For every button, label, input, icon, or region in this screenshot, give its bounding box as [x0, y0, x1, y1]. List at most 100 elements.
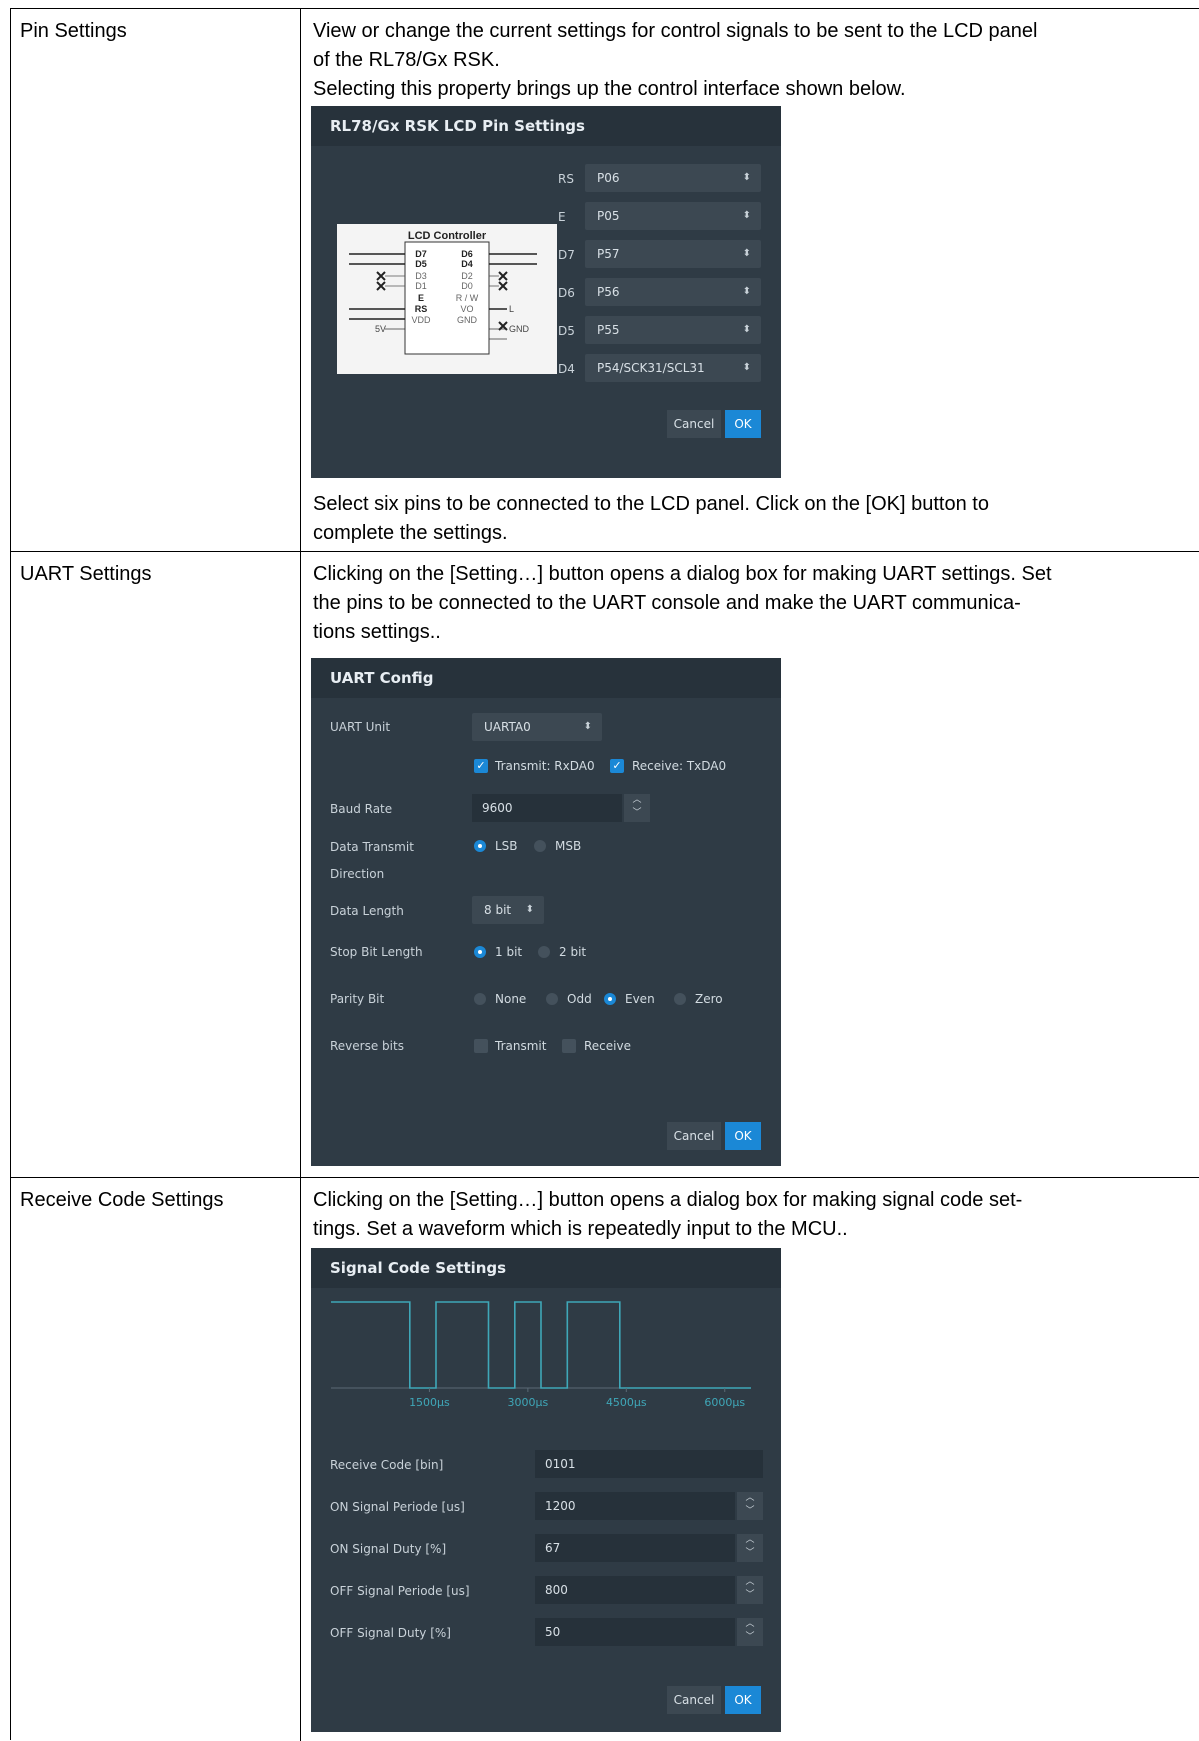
receive-code-input[interactable]: 0101	[535, 1450, 763, 1478]
waveform-line	[331, 1301, 751, 1389]
pin-label-d6: D6	[558, 286, 575, 300]
chevron-up-icon[interactable]: ︿	[737, 1576, 763, 1589]
pin-select-d4[interactable]: P54/SCK31/SCL31 ⬍	[585, 354, 761, 382]
svg-text:D7: D7	[415, 249, 427, 259]
cancel-button[interactable]: Cancel	[667, 1122, 721, 1150]
x-tick-label: 3000μs	[508, 1396, 549, 1409]
svg-text:D0: D0	[461, 281, 473, 291]
reverse-transmit-checkbox[interactable]	[474, 1039, 488, 1053]
transmit-checkbox[interactable]: ✓	[474, 759, 488, 773]
updown-icon: ⬍	[742, 210, 751, 221]
off-period-input[interactable]: 800	[535, 1576, 735, 1604]
pin-select-d5[interactable]: P55 ⬍	[585, 316, 761, 344]
svg-text:L: L	[509, 304, 514, 314]
row-description: Clicking on the [Setting…] button opens …	[313, 563, 1052, 643]
cancel-button[interactable]: Cancel	[667, 1686, 721, 1714]
chevron-up-icon[interactable]: ︿	[737, 1534, 763, 1547]
cancel-button[interactable]: Cancel	[667, 410, 721, 438]
row-description: View or change the current settings for …	[313, 20, 1038, 100]
chevron-up-icon[interactable]: ︿	[624, 794, 650, 807]
chevron-up-icon[interactable]: ︿	[737, 1492, 763, 1505]
chevron-down-icon[interactable]: ﹀	[737, 1547, 763, 1560]
reverse-transmit-label: Transmit	[495, 1039, 547, 1053]
radio-lsb-label: LSB	[495, 839, 518, 853]
off-duty-input[interactable]: 50	[535, 1618, 735, 1646]
ok-button[interactable]: OK	[725, 1686, 761, 1714]
reverse-receive-checkbox[interactable]	[562, 1039, 576, 1053]
radio-msb[interactable]	[534, 840, 546, 852]
pin-label-d4: D4	[558, 362, 575, 376]
parity-label: Parity Bit	[330, 992, 385, 1006]
stop-bit-label: Stop Bit Length	[330, 945, 423, 959]
row-label: Receive Code Settings	[20, 1189, 224, 1211]
pin-select-e[interactable]: P05 ⬍	[585, 202, 761, 230]
ok-button[interactable]: OK	[725, 410, 761, 438]
off-duty-spinner[interactable]: ︿ ﹀	[737, 1618, 763, 1646]
svg-text:D1: D1	[415, 281, 427, 291]
direction-label-2: Direction	[330, 867, 385, 881]
x-tick-label: 4500μs	[606, 1396, 647, 1409]
on-duty-input[interactable]: 67	[535, 1534, 735, 1562]
svg-text:D4: D4	[461, 259, 473, 269]
on-period-spinner[interactable]: ︿ ﹀	[737, 1492, 763, 1520]
baud-rate-input[interactable]: 9600	[472, 794, 622, 822]
radio-zero-label: Zero	[695, 992, 723, 1006]
radio-msb-label: MSB	[555, 839, 582, 853]
chevron-up-icon[interactable]: ︿	[737, 1618, 763, 1631]
lcd-controller-diagram: LCD Controller D7 D5 D3 D1 E RS VDD D6 D…	[337, 224, 557, 374]
row-note: Select six pins to be connected to the L…	[313, 493, 989, 544]
baud-rate-label: Baud Rate	[330, 802, 393, 816]
lcd-pin-settings-dialog: RL78/Gx RSK LCD Pin Settings LCD Control…	[311, 106, 781, 478]
data-length-select[interactable]: 8 bit ⬍	[472, 896, 544, 924]
ok-button[interactable]: OK	[725, 1122, 761, 1150]
on-period-input[interactable]: 1200	[535, 1492, 735, 1520]
radio-even[interactable]	[604, 993, 616, 1005]
uart-unit-select[interactable]: UARTA0 ⬍	[472, 713, 602, 741]
pin-select-rs[interactable]: P06 ⬍	[585, 164, 761, 192]
chevron-down-icon[interactable]: ﹀	[737, 1505, 763, 1518]
svg-text:D6: D6	[461, 249, 473, 259]
updown-icon: ⬍	[525, 904, 534, 915]
field-label: ON Signal Periode [us]	[330, 1500, 465, 1514]
x-ticks: 1500μs 3000μs 4500μs 6000μs	[409, 1388, 745, 1409]
dialog-title: Signal Code Settings	[311, 1248, 781, 1288]
dialog-title: RL78/Gx RSK LCD Pin Settings	[311, 106, 781, 146]
table-row: UART Settings Clicking on the [Setting…]…	[11, 552, 1199, 1178]
svg-text:VO: VO	[460, 304, 473, 314]
radio-lsb[interactable]	[474, 840, 486, 852]
svg-text:D2: D2	[461, 271, 473, 281]
receive-checkbox-label: Receive: TxDA0	[632, 759, 727, 773]
radio-none[interactable]	[474, 993, 486, 1005]
row-label: Pin Settings	[20, 20, 127, 42]
radio-even-label: Even	[625, 992, 655, 1006]
svg-text:D5: D5	[415, 259, 427, 269]
pin-select-d6[interactable]: P56 ⬍	[585, 278, 761, 306]
off-period-spinner[interactable]: ︿ ﹀	[737, 1576, 763, 1604]
signal-code-settings-dialog: Signal Code Settings 1500μs 3000μs 4500μs 6…	[311, 1248, 781, 1732]
pin-label-e: E	[558, 210, 566, 224]
chevron-down-icon[interactable]: ﹀	[737, 1631, 763, 1644]
radio-zero[interactable]	[674, 993, 686, 1005]
pin-label-d5: D5	[558, 324, 575, 338]
radio-1bit[interactable]	[474, 946, 486, 958]
x-tick-label: 1500μs	[409, 1396, 450, 1409]
baud-rate-spinner[interactable]: ︿ ﹀	[624, 794, 650, 822]
radio-odd-label: Odd	[567, 992, 592, 1006]
diagram-title: LCD Controller	[408, 230, 487, 242]
svg-text:VDD: VDD	[411, 315, 431, 325]
table-row: Receive Code Settings Clicking on the [S…	[11, 1178, 1199, 1741]
radio-odd[interactable]	[546, 993, 558, 1005]
waveform-chart: 1500μs 3000μs 4500μs 6000μs	[331, 1301, 751, 1409]
pin-select-d7[interactable]: P57 ⬍	[585, 240, 761, 268]
radio-1bit-label: 1 bit	[495, 945, 523, 959]
field-label: OFF Signal Periode [us]	[330, 1584, 470, 1598]
receive-checkbox[interactable]: ✓	[610, 759, 624, 773]
chevron-down-icon[interactable]: ﹀	[624, 807, 650, 820]
updown-icon: ⬍	[742, 362, 751, 373]
svg-text:5V: 5V	[375, 324, 386, 334]
chevron-down-icon[interactable]: ﹀	[737, 1589, 763, 1602]
field-label: ON Signal Duty [%]	[330, 1542, 447, 1556]
svg-text:R / W: R / W	[456, 293, 479, 303]
radio-2bit[interactable]	[538, 946, 550, 958]
on-duty-spinner[interactable]: ︿ ﹀	[737, 1534, 763, 1562]
